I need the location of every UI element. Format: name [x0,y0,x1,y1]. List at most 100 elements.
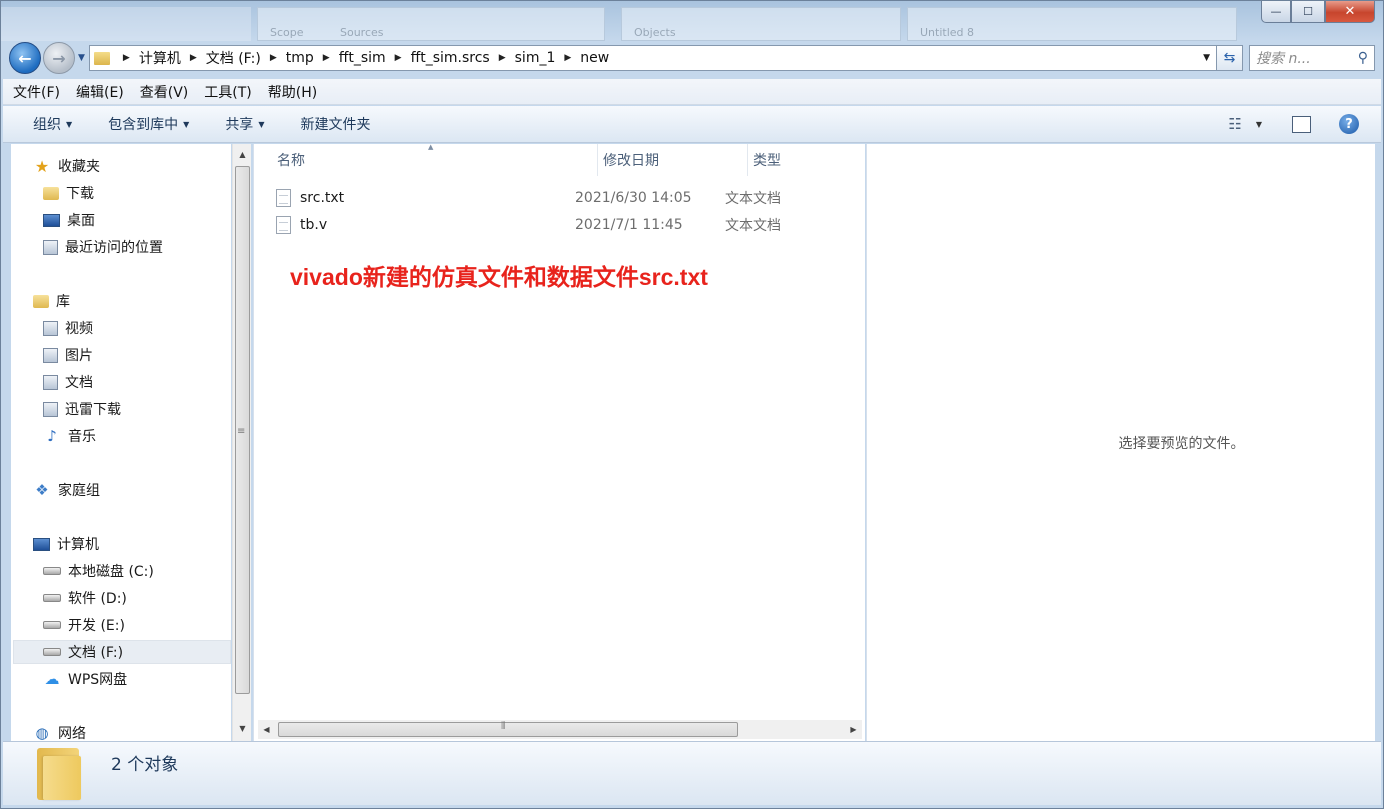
address-bar[interactable]: ▶ 计算机 ▶ 文档 (F:) ▶ tmp ▶ fft_sim ▶ fft_si… [88,45,1217,71]
scroll-grip-icon: ≡ [237,426,246,437]
search-placeholder: 搜索 n... [1256,51,1311,67]
nav-drive-c[interactable]: 本地磁盘 (C:) [43,559,154,583]
menu-help[interactable]: 帮助(H) [268,82,317,102]
breadcrumb-computer[interactable]: 计算机 [139,48,181,68]
breadcrumb-arrow-icon[interactable]: ▶ [564,53,571,63]
chevron-down-icon: ▼ [183,119,190,129]
ghost-text-sources: Sources [340,26,384,39]
navigation-pane: ★ 收藏夹 下载 桌面 最近访问的位置 库 视频 图片 文档 迅雷下载 ♪ 音乐 ❖… [11,144,231,741]
address-row: ← → ▼ ▶ 计算机 ▶ 文档 (F:) ▶ tmp ▶ fft_sim ▶ … [9,41,1375,75]
text-file-icon [276,189,291,207]
view-details-icon[interactable]: ☷ [1228,115,1241,133]
drive-d-icon [43,594,61,602]
column-name-label: 名称 [277,153,305,169]
nav-libraries[interactable]: 库 [33,289,70,313]
breadcrumb-tmp[interactable]: tmp [286,50,314,66]
refresh-button[interactable]: ⇆ [1217,45,1243,71]
file-row[interactable]: src.txt 2021/6/30 14:05 文本文档 [276,186,846,210]
forward-button[interactable]: → [43,42,75,74]
breadcrumb-drive-f[interactable]: 文档 (F:) [206,48,261,68]
nav-recent[interactable]: 最近访问的位置 [43,235,163,259]
homegroup-icon: ❖ [35,481,49,499]
file-horizontal-scrollbar[interactable]: ◀ ⦀ ▶ [258,720,862,739]
menu-file[interactable]: 文件(F) [13,82,60,102]
desktop-icon [43,213,60,227]
folder-icon [93,51,110,65]
menu-edit[interactable]: 编辑(E) [76,82,124,102]
nav-computer[interactable]: 计算机 [33,532,99,556]
nav-drive-d[interactable]: 软件 (D:) [43,586,127,610]
close-button[interactable]: ✕ [1325,1,1375,23]
network-icon: ◍ [35,724,49,741]
view-controls: ☷ ▼ ? [1228,114,1359,134]
help-icon[interactable]: ? [1339,114,1359,134]
drive-c-icon [43,567,61,575]
nav-wps-drive[interactable]: ☁ WPS网盘 [43,667,128,691]
nav-label: 最近访问的位置 [65,240,163,256]
file-type: 文本文档 [725,218,781,234]
breadcrumb-fft-sim[interactable]: fft_sim [339,50,386,66]
item-count: 2 个对象 [111,755,179,775]
breadcrumb-arrow-icon[interactable]: ▶ [123,53,130,63]
nav-pictures[interactable]: 图片 [43,343,93,367]
recent-pages-dropdown[interactable]: ▼ [78,53,85,63]
music-icon: ♪ [47,427,57,445]
address-dropdown-icon[interactable]: ▼ [1197,53,1216,63]
nav-network[interactable]: ◍ 网络 [33,721,86,741]
pictures-icon [43,347,58,363]
breadcrumb-arrow-icon[interactable]: ▶ [499,53,506,63]
minimize-button[interactable]: — [1261,1,1291,23]
view-dropdown-icon[interactable]: ▼ [1256,120,1262,129]
nav-vertical-scrollbar[interactable]: ▲ ≡ ▼ [232,144,251,741]
breadcrumb-sim-1[interactable]: sim_1 [515,50,556,66]
menu-tools[interactable]: 工具(T) [204,82,251,102]
nav-label: 下载 [66,186,94,202]
details-pane: 2 个对象 [3,741,1381,805]
breadcrumb-arrow-icon[interactable]: ▶ [270,53,277,63]
column-date-label: 修改日期 [603,153,659,169]
scroll-up-icon[interactable]: ▲ [233,146,252,163]
include-in-library-button[interactable]: 包含到库中 ▼ [108,114,189,134]
nav-label: 文档 [65,375,93,391]
library-icon [33,294,49,308]
breadcrumb-new[interactable]: new [580,50,609,66]
column-header-date[interactable]: 修改日期 [598,144,748,176]
share-button[interactable]: 共享 ▼ [225,114,264,134]
recent-places-icon [43,239,58,255]
file-list-pane: ▲ 名称 修改日期 类型 src.txt 2021/6/30 14:05 文本文… [253,143,865,741]
preview-pane-icon[interactable] [1292,115,1311,133]
scroll-right-icon[interactable]: ▶ [845,720,862,739]
nav-favorites[interactable]: ★ 收藏夹 [33,154,100,178]
nav-desktop[interactable]: 桌面 [43,208,95,232]
search-input[interactable]: 搜索 n... ⚲ [1249,45,1375,71]
nav-documents[interactable]: 文档 [43,370,93,394]
nav-drive-f[interactable]: 文档 (F:) [13,640,231,664]
breadcrumb-arrow-icon[interactable]: ▶ [395,53,402,63]
menu-view[interactable]: 查看(V) [140,82,189,102]
organize-button[interactable]: 组织 ▼ [33,114,72,134]
breadcrumb-fft-sim-srcs[interactable]: fft_sim.srcs [411,50,490,66]
explorer-window: Scope Sources Objects Untitled 8 — ☐ ✕ ←… [0,0,1384,809]
nav-drive-e[interactable]: 开发 (E:) [43,613,125,637]
breadcrumb-arrow-icon[interactable]: ▶ [323,53,330,63]
column-header-name[interactable]: 名称 [254,144,598,176]
scroll-thumb[interactable] [278,722,738,737]
nav-downloads[interactable]: 下载 [43,181,94,205]
nav-xunlei[interactable]: 迅雷下载 [43,397,121,421]
file-row[interactable]: tb.v 2021/7/1 11:45 文本文档 [276,213,846,237]
maximize-button[interactable]: ☐ [1291,1,1325,23]
nav-label: 家庭组 [58,483,100,499]
share-label: 共享 [225,117,254,133]
search-icon[interactable]: ⚲ [1358,50,1368,66]
back-button[interactable]: ← [9,42,41,74]
scroll-down-icon[interactable]: ▼ [233,720,252,737]
nav-videos[interactable]: 视频 [43,316,93,340]
nav-music[interactable]: ♪ 音乐 [43,424,96,448]
scroll-left-icon[interactable]: ◀ [258,720,275,739]
videos-icon [43,320,58,336]
new-folder-button[interactable]: 新建文件夹 [300,114,370,134]
breadcrumb-arrow-icon[interactable]: ▶ [190,53,197,63]
nav-homegroup[interactable]: ❖ 家庭组 [33,478,100,502]
column-header-type[interactable]: 类型 [748,144,864,176]
nav-label: 音乐 [68,429,96,445]
